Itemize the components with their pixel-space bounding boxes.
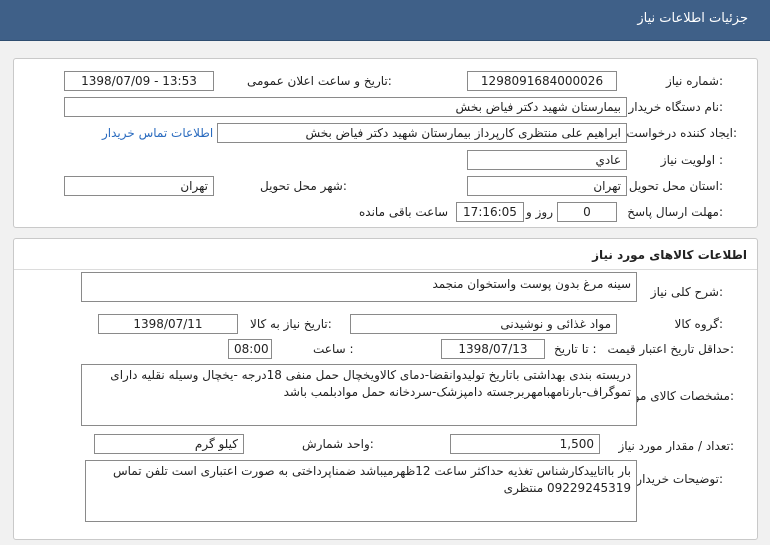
- until-date-label: تا تاریخ :: [554, 342, 597, 356]
- need-date-label: تاریخ نیاز به کالا:: [250, 317, 332, 331]
- group-label: گروه کالا:: [674, 317, 724, 331]
- buyer-org-field: بیمارستان شهید دکتر فیاض بخش: [64, 97, 627, 117]
- validity-label: حداقل تاریخ اعتبار قیمت:: [607, 342, 734, 356]
- goods-panel: اطلاعات کالاهای مورد نیاز شرح کلی نیاز: …: [13, 238, 758, 540]
- priority-field: عادي: [467, 150, 627, 170]
- group-field: مواد غذائی و نوشیدنی: [350, 314, 617, 334]
- need-date-field: 1398/07/11: [98, 314, 238, 334]
- need-info-panel: شماره نیاز: 1298091684000026 تاریخ و ساع…: [13, 58, 758, 228]
- unit-label: واحد شمارش:: [302, 437, 374, 451]
- summary-field: سینه مرغ بدون پوست واستخوان منجمد: [81, 272, 637, 302]
- requester-field: ابراهیم علی منتظری کارپرداز بیمارستان شه…: [217, 123, 627, 143]
- unit-field: کیلو گرم: [94, 434, 244, 454]
- header-bar: جزئیات اطلاعات نیاز: [0, 0, 770, 41]
- summary-label: شرح کلی نیاز:: [650, 285, 723, 299]
- city-field: تهران: [64, 176, 214, 196]
- specs-field: دریسته بندی بهداشتی باتاریخ تولیدوانقضا-…: [81, 364, 637, 426]
- days-word: روز و: [526, 205, 553, 219]
- buyer-notes-label: توضیحات خریدار:: [636, 472, 723, 486]
- need-number-field: 1298091684000026: [467, 71, 617, 91]
- buyer-org-label: نام دستگاه خریدار:: [628, 100, 724, 114]
- need-number-label: شماره نیاز:: [665, 74, 723, 88]
- validity-date-field: 1398/07/13: [441, 339, 545, 359]
- city-label: شهر محل تحویل:: [260, 179, 347, 193]
- announce-label: تاریخ و ساعت اعلان عمومی:: [247, 74, 392, 88]
- goods-divider: [14, 269, 757, 270]
- province-label: استان محل تحویل:: [628, 179, 723, 193]
- validity-time-field: 08:00: [228, 339, 272, 359]
- deadline-label: مهلت ارسال پاسخ:: [627, 205, 723, 219]
- goods-panel-title: اطلاعات کالاهای مورد نیاز: [592, 248, 747, 262]
- priority-label: اولویت نیاز :: [660, 153, 723, 167]
- time-label: ساعت :: [313, 342, 354, 356]
- buyer-contact-link[interactable]: اطلاعات تماس خریدار: [102, 126, 213, 140]
- quantity-label: تعداد / مقدار مورد نیاز:: [618, 439, 734, 453]
- announce-field: 1398/07/09 - 13:53: [64, 71, 214, 91]
- quantity-field: 1,500: [450, 434, 600, 454]
- remaining-label: ساعت باقی مانده: [359, 205, 449, 219]
- buyer-notes-field: بار بااتاییدکارشناس تغذیه حداکثر ساعت 12…: [85, 460, 637, 522]
- requester-label: ایجاد کننده درخواست:: [626, 126, 737, 140]
- page-title: جزئیات اطلاعات نیاز: [637, 11, 748, 26]
- deadline-time-field: 17:16:05: [456, 202, 524, 222]
- deadline-days-field: 0: [557, 202, 617, 222]
- province-field: تهران: [467, 176, 627, 196]
